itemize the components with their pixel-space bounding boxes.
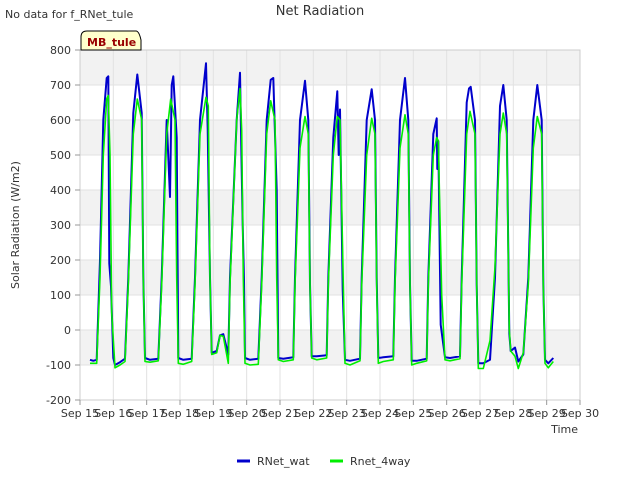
grid-band [80, 50, 580, 85]
x-tick-label: Sep 30 [561, 407, 599, 420]
x-axis-label: Time [550, 423, 578, 436]
y-tick-label: 700 [50, 79, 71, 92]
y-tick-label: 500 [50, 149, 71, 162]
y-tick-label: -100 [46, 359, 71, 372]
y-tick-label: 600 [50, 114, 71, 127]
x-axis-ticks: Sep 15Sep 16Sep 17Sep 18Sep 19Sep 20Sep … [61, 400, 599, 420]
y-tick-label: 200 [50, 254, 71, 267]
chart-title: Net Radiation [276, 4, 364, 19]
legend-label-rnet-wat: RNet_wat [257, 455, 310, 468]
grid-band [80, 260, 580, 295]
y-tick-label: 400 [50, 184, 71, 197]
y-axis-label: Solar Radiation (W/m2) [9, 161, 22, 289]
no-data-note: No data for f_RNet_tule [5, 8, 134, 21]
net-radiation-chart: No data for f_RNet_tule Net Radiation -2… [5, 4, 599, 468]
y-tick-label: 100 [50, 289, 71, 302]
station-badge: MB_tule [80, 30, 142, 51]
y-tick-label: 300 [50, 219, 71, 232]
legend: RNet_wat Rnet_4way [237, 455, 411, 468]
badge-label: MB_tule [87, 36, 136, 49]
y-axis-ticks: -200 -100 0 100 200 300 400 500 600 700 800 [46, 44, 80, 407]
y-tick-label: -200 [46, 394, 71, 407]
y-tick-label: 0 [64, 324, 71, 337]
legend-label-rnet-4way: Rnet_4way [350, 455, 411, 468]
y-tick-label: 800 [50, 44, 71, 57]
